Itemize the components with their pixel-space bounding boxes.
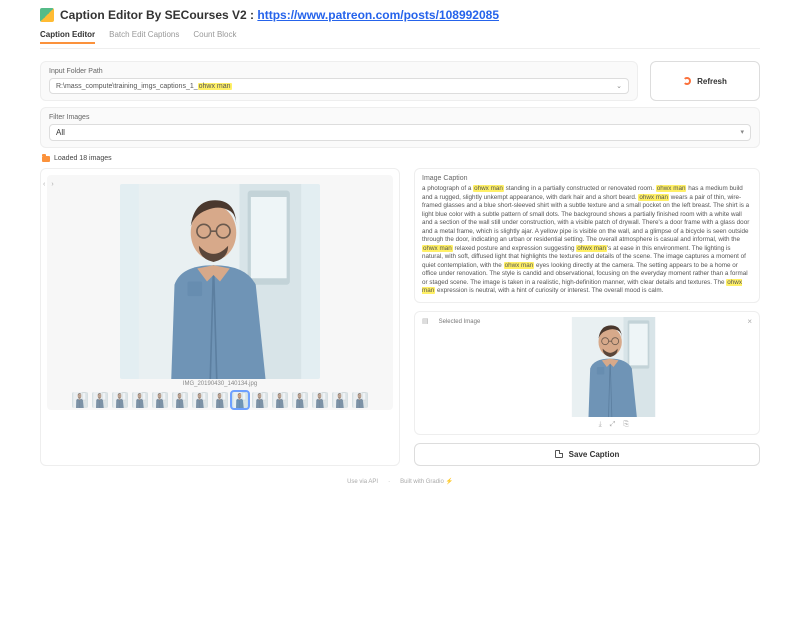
refresh-button[interactable]: Refresh	[650, 61, 760, 101]
thumbnail[interactable]	[292, 392, 308, 408]
page-title: Caption Editor By SECourses V2 : https:/…	[60, 8, 499, 22]
input-folder-label: Input Folder Path	[49, 68, 629, 75]
chevron-down-icon: ▾	[740, 128, 744, 137]
header-bar: Caption Editor By SECourses V2 : https:/…	[40, 8, 760, 22]
thumbnail[interactable]	[252, 392, 268, 408]
footer-api[interactable]: Use via API	[347, 479, 378, 485]
thumbnail[interactable]	[92, 392, 108, 408]
download-icon[interactable]: ⤓	[599, 421, 602, 429]
folder-icon	[42, 156, 50, 162]
app-logo-icon	[40, 8, 54, 22]
caption-box: Image Caption a photograph of a ohwx man…	[414, 168, 760, 303]
input-folder-field[interactable]: R:\mass_compute\training_imgs_captions_1…	[49, 78, 629, 94]
thumbnail[interactable]	[172, 392, 188, 408]
chevron-down-icon: ⌄	[616, 82, 622, 90]
fullscreen-icon[interactable]: ⤢	[610, 421, 616, 429]
thumbnail-strip	[49, 392, 391, 408]
copy-icon[interactable]: ⎘	[623, 421, 629, 429]
save-icon	[555, 450, 563, 458]
thumbnail[interactable]	[72, 392, 88, 408]
tab-batch-edit[interactable]: Batch Edit Captions	[109, 30, 179, 44]
thumbnail[interactable]	[112, 392, 128, 408]
thumbnail[interactable]	[212, 392, 228, 408]
caption-label: Image Caption	[422, 175, 752, 182]
filter-label: Filter Images	[49, 114, 751, 121]
thumbnail[interactable]	[352, 392, 368, 408]
input-folder-text: R:\mass_compute\training_imgs_captions_1…	[56, 83, 198, 90]
thumbnail[interactable]	[272, 392, 288, 408]
footer: Use via API·Built with Gradio ⚡	[40, 478, 760, 485]
loaded-status-text: Loaded 18 images	[54, 155, 112, 162]
title-text: Caption Editor By SECourses V2 :	[60, 8, 257, 22]
tab-bar: Caption Editor Batch Edit Captions Count…	[40, 28, 760, 49]
thumbnail[interactable]	[332, 392, 348, 408]
tab-count-block[interactable]: Count Block	[193, 30, 236, 44]
hero-filename: IMG_20190430_140134.jpg	[49, 381, 391, 387]
thumbnail[interactable]	[152, 392, 168, 408]
filter-select[interactable]: All ▾	[49, 124, 751, 141]
tab-caption-editor[interactable]: Caption Editor	[40, 30, 95, 44]
loaded-status: Loaded 18 images	[42, 155, 758, 162]
expand-icon[interactable]: ▤	[422, 317, 429, 325]
save-caption-label: Save Caption	[569, 450, 620, 459]
refresh-label: Refresh	[697, 77, 727, 86]
close-icon[interactable]: ×	[747, 317, 752, 326]
selected-image-panel: ▤ Selected Image ⤓ ⤢ ⎘ ×	[414, 311, 760, 435]
input-folder-highlight: ohwx man	[198, 83, 232, 90]
input-folder-group: Input Folder Path R:\mass_compute\traini…	[40, 61, 638, 101]
thumbnail[interactable]	[192, 392, 208, 408]
selected-image-label: Selected Image	[439, 319, 481, 325]
patreon-link[interactable]: https://www.patreon.com/posts/108992085	[257, 8, 499, 22]
thumbnail[interactable]	[132, 392, 148, 408]
footer-gradio[interactable]: Built with Gradio ⚡	[400, 479, 453, 485]
hero-image[interactable]	[120, 184, 320, 379]
refresh-icon	[683, 77, 691, 85]
thumbnail[interactable]	[232, 392, 248, 408]
caption-text[interactable]: a photograph of a ohwx man standing in a…	[422, 185, 752, 296]
filter-group: Filter Images All ▾	[40, 107, 760, 148]
thumbnail[interactable]	[312, 392, 328, 408]
selected-image[interactable]	[566, 317, 661, 417]
gallery-next-icon[interactable]: ›	[51, 181, 53, 188]
filter-value: All	[56, 128, 65, 137]
gallery-prev-icon[interactable]: ‹	[43, 181, 45, 188]
image-gallery: ‹ › IMG_20190430_140134.jpg	[40, 168, 400, 466]
save-caption-button[interactable]: Save Caption	[414, 443, 760, 466]
